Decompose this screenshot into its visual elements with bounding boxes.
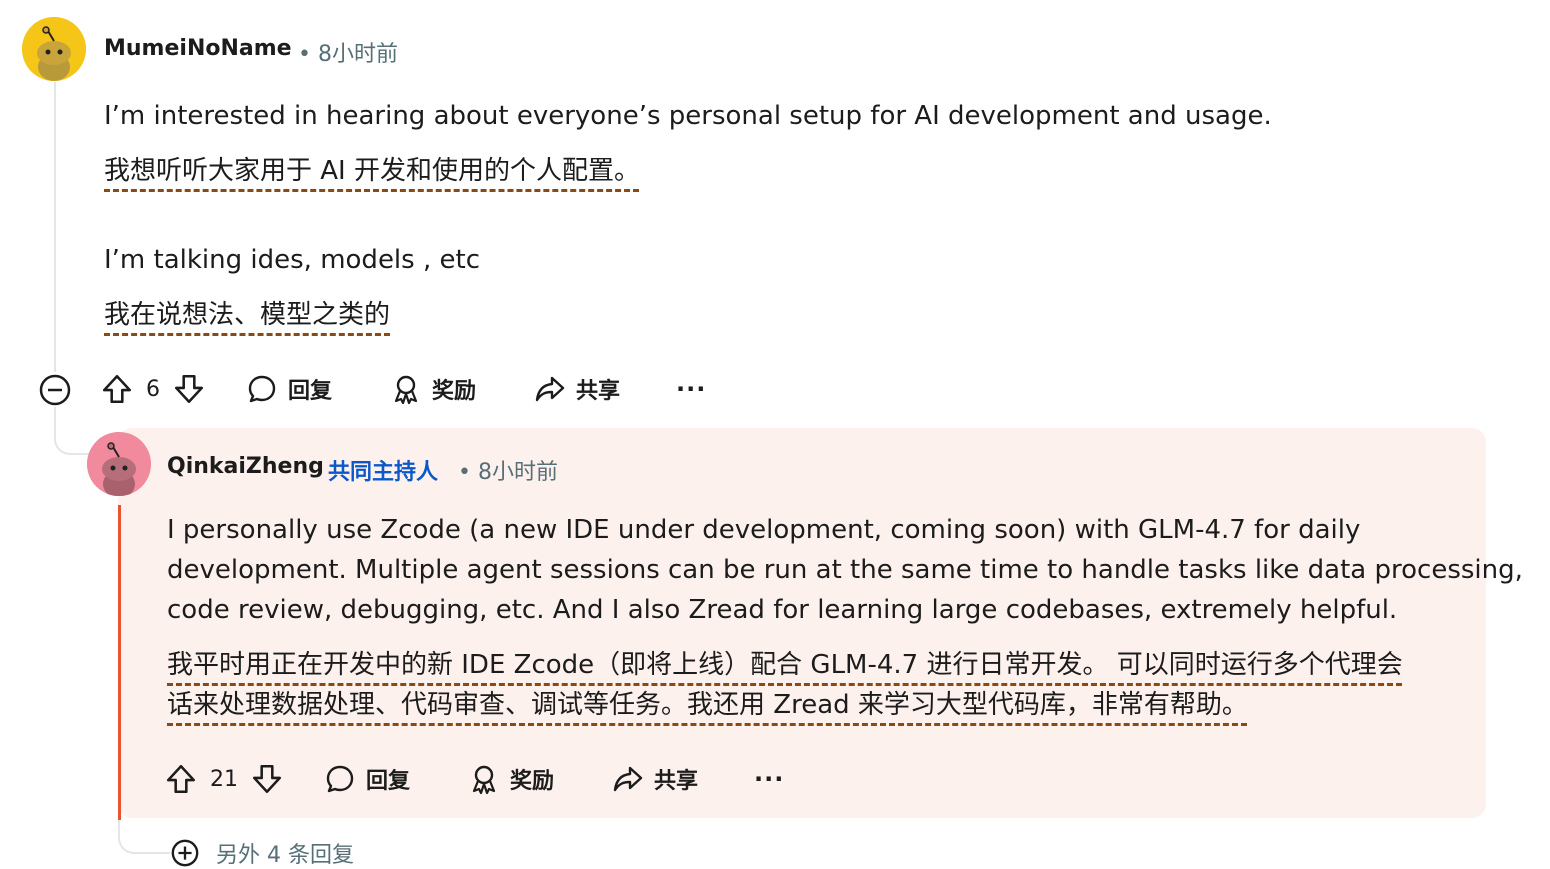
reply-button[interactable]: 回复 xyxy=(324,763,410,795)
reply-text-en-1: I personally use Zcode (a new IDE under … xyxy=(167,515,1361,545)
vote-count: 21 xyxy=(210,766,238,792)
share-icon xyxy=(535,376,565,402)
vote-count: 6 xyxy=(146,376,160,402)
collapse-button[interactable] xyxy=(38,373,72,407)
reply-label: 回复 xyxy=(288,379,333,404)
award-label: 奖励 xyxy=(432,379,477,404)
more-options-button[interactable]: ··· xyxy=(754,765,784,793)
award-button[interactable]: 奖励 xyxy=(390,373,476,405)
share-icon xyxy=(613,766,643,792)
share-button[interactable]: 共享 xyxy=(534,373,620,405)
reply-label: 回复 xyxy=(366,769,411,794)
collapse-icon xyxy=(39,374,71,406)
share-button[interactable]: 共享 xyxy=(612,763,698,795)
reply-thread-curve xyxy=(118,818,172,854)
more-replies-label: 另外 4 条回复 xyxy=(216,843,354,868)
downvote-icon xyxy=(174,374,204,404)
comment-timestamp: • 8小时前 xyxy=(298,42,398,67)
comment-text-zh-1: 我想听听大家用于 AI 开发和使用的个人配置。 xyxy=(104,156,640,186)
upvote-icon xyxy=(102,374,132,404)
award-label: 奖励 xyxy=(510,769,555,794)
downvote-icon xyxy=(252,764,282,794)
comment-text-zh-2: 我在说想法、模型之类的 xyxy=(104,300,391,330)
award-icon xyxy=(394,375,418,405)
comment-username[interactable]: MumeiNoName xyxy=(104,36,292,61)
downvote-button[interactable] xyxy=(172,372,206,406)
more-replies-button[interactable]: 另外 4 条回复 xyxy=(170,837,354,869)
reply-text-zh-1: 我平时用正在开发中的新 IDE Zcode（即将上线）配合 GLM-4.7 进行… xyxy=(167,650,1403,680)
share-label: 共享 xyxy=(654,769,699,794)
award-button[interactable]: 奖励 xyxy=(468,763,554,795)
comment-bubble-icon xyxy=(248,375,276,403)
reply-username[interactable]: QinkaiZheng xyxy=(167,454,324,479)
comment-action-bar: 6 回复 奖励 共享 ··· xyxy=(100,369,706,409)
share-label: 共享 xyxy=(576,379,621,404)
upvote-button[interactable] xyxy=(100,372,134,406)
upvote-icon xyxy=(166,764,196,794)
reply-text-zh-2: 话来处理数据处理、代码审查、调试等任务。我还用 Zread 来学习大型代码库，非… xyxy=(167,690,1248,720)
upvote-button[interactable] xyxy=(164,762,198,796)
comment-bubble-icon xyxy=(326,765,354,793)
thread-connector-curve xyxy=(54,433,92,455)
avatar[interactable] xyxy=(22,17,86,81)
snoo-avatar-icon xyxy=(22,17,86,81)
reply-text-en-3: code review, debugging, etc. And I also … xyxy=(167,595,1398,625)
reply-action-bar: 21 回复 奖励 共享 ··· xyxy=(164,759,784,799)
reply-text-en-2: development. Multiple agent sessions can… xyxy=(167,555,1523,585)
reply-button[interactable]: 回复 xyxy=(246,373,332,405)
snoo-avatar-icon xyxy=(87,432,151,496)
award-icon xyxy=(472,765,496,795)
reply-timestamp: • 8小时前 xyxy=(458,460,558,485)
reply-avatar[interactable] xyxy=(87,432,151,496)
reply-accent-bar xyxy=(118,505,121,820)
comment-text-en-1: I’m interested in hearing about everyone… xyxy=(104,101,1272,131)
thread-connector xyxy=(54,405,56,435)
moderator-badge: 共同主持人 xyxy=(328,460,439,485)
more-options-button[interactable]: ··· xyxy=(676,375,706,403)
comment-text-en-2: I’m talking ides, models , etc xyxy=(104,245,480,275)
thread-line-main xyxy=(54,82,56,372)
expand-plus-icon xyxy=(170,838,200,868)
downvote-button[interactable] xyxy=(250,762,284,796)
